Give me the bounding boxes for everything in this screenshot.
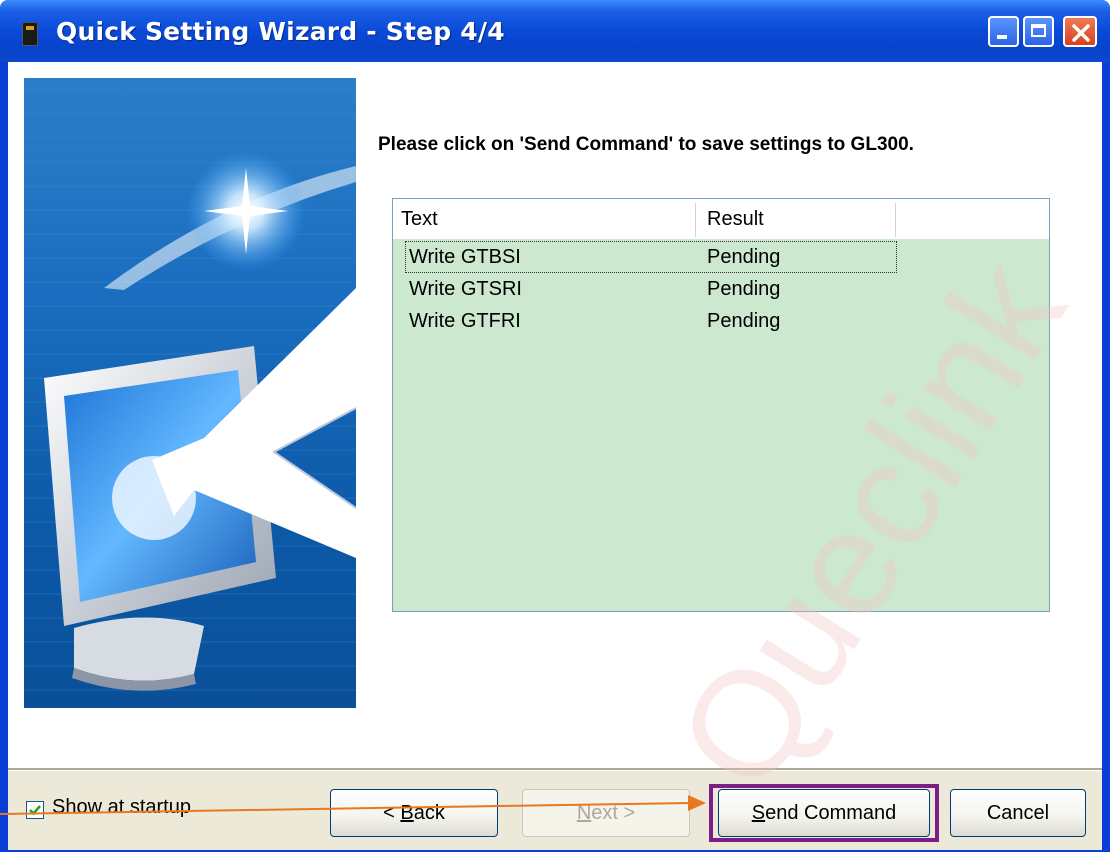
row-result: Pending xyxy=(707,310,781,332)
row-text: Write GTBSI xyxy=(409,246,521,268)
checkmark-icon xyxy=(29,805,41,816)
show-at-startup-checkbox[interactable] xyxy=(26,801,44,819)
title-bar[interactable]: Quick Setting Wizard - Step 4/4 xyxy=(0,0,1110,62)
table-row[interactable]: Write GTBSI Pending xyxy=(393,241,1049,273)
column-divider[interactable] xyxy=(695,203,697,237)
send-command-highlight xyxy=(709,784,939,842)
row-result: Pending xyxy=(707,246,781,268)
wizard-footer: Show at startup < Back Next > Send Comma… xyxy=(8,771,1102,850)
minimize-button[interactable] xyxy=(988,16,1019,47)
close-icon xyxy=(1072,24,1090,42)
instruction-text: Please click on 'Send Command' to save s… xyxy=(378,134,914,155)
window-title: Quick Setting Wizard - Step 4/4 xyxy=(56,17,505,46)
list-header: Text Result xyxy=(393,199,1049,239)
maximize-button[interactable] xyxy=(1023,16,1054,47)
column-divider[interactable] xyxy=(895,203,897,237)
row-text: Write GTSRI xyxy=(409,278,522,300)
column-header-text[interactable]: Text xyxy=(393,199,689,239)
table-row[interactable]: Write GTSRI Pending xyxy=(393,273,1049,305)
command-list[interactable]: Text Result Write GTBSI Pending Write GT… xyxy=(392,198,1050,612)
app-icon xyxy=(22,22,38,46)
cancel-button[interactable]: Cancel xyxy=(950,789,1086,837)
client-area: Please click on 'Send Command' to save s… xyxy=(8,62,1102,850)
next-button[interactable]: Next > xyxy=(522,789,690,837)
back-button[interactable]: < Back xyxy=(330,789,498,837)
wizard-window: Quick Setting Wizard - Step 4/4 Please c… xyxy=(0,0,1110,852)
row-result: Pending xyxy=(707,278,781,300)
wizard-banner-image xyxy=(24,78,356,708)
show-at-startup-label[interactable]: Show at startup xyxy=(52,796,191,819)
table-row[interactable]: Write GTFRI Pending xyxy=(393,305,1049,337)
column-header-result[interactable]: Result xyxy=(699,199,895,239)
close-button[interactable] xyxy=(1063,16,1097,47)
row-text: Write GTFRI xyxy=(409,310,521,332)
